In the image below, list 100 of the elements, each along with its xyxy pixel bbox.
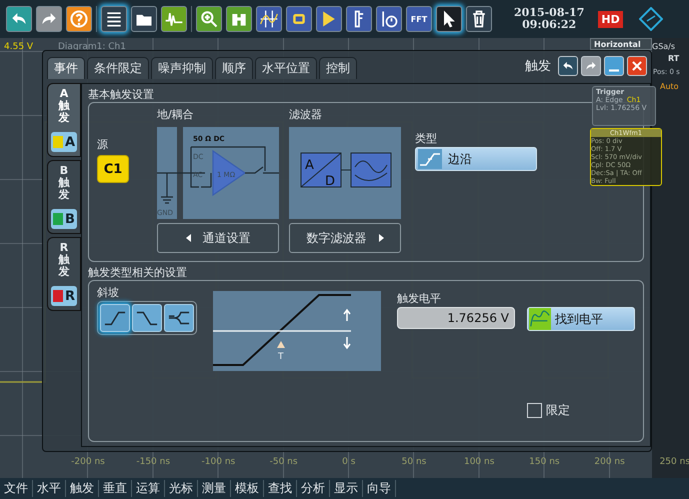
side-tab[interactable]: R触发 R (47, 237, 81, 311)
close-button[interactable] (627, 56, 647, 76)
help-button[interactable] (66, 6, 92, 32)
badge-letter: A (64, 134, 76, 150)
edge-icon (418, 149, 442, 169)
chip-button[interactable] (286, 6, 312, 32)
badge-letter: R (64, 288, 75, 304)
level-wave-icon (529, 308, 551, 330)
menu-item[interactable]: 分析 (297, 480, 330, 497)
digital-filter-button[interactable]: 数字滤波器 (289, 223, 401, 253)
menu-item[interactable]: 触发 (66, 480, 99, 497)
diamond-logo-icon (638, 7, 663, 31)
minimize-button[interactable] (604, 56, 624, 76)
field-label: 类型 (415, 131, 438, 147)
slope-option[interactable] (132, 304, 162, 332)
trigger-type-dropdown[interactable]: 边沿 (415, 147, 537, 171)
slope-option[interactable] (164, 304, 194, 332)
menu-item[interactable]: 模板 (231, 480, 264, 497)
axis-label: 50 ns (400, 457, 428, 467)
binoculars-button[interactable] (226, 6, 252, 32)
menu-item[interactable]: 水平 (33, 480, 66, 497)
side-tab[interactable]: B触发 B (47, 160, 81, 234)
axis-label: 4.55 V (4, 42, 34, 52)
block-label: 滤波器 (289, 107, 323, 123)
cursor-button[interactable] (256, 6, 282, 32)
delete-button[interactable] (466, 6, 492, 32)
redo-button[interactable] (36, 6, 62, 32)
section-title: 触发类型相关的设置 (88, 266, 187, 280)
menu-item[interactable]: 向导 (363, 480, 396, 497)
diagram-title: Diagram1: Ch1 (58, 42, 126, 52)
tab[interactable]: 控制 (319, 57, 357, 79)
crosshair-wave-icon (259, 9, 279, 29)
side-tab[interactable]: A触发 A (47, 83, 81, 157)
tab-label: R触发 (58, 242, 70, 278)
zoom-button[interactable] (196, 6, 222, 32)
axis-label: -200 ns (70, 457, 106, 467)
autoset-button[interactable] (161, 6, 187, 32)
filter-wave-icon (350, 152, 392, 188)
open-button[interactable] (131, 6, 157, 32)
tab[interactable]: 水平位置 (255, 57, 317, 79)
timer-button[interactable] (376, 6, 402, 32)
menu-item[interactable]: 测量 (198, 480, 231, 497)
tab[interactable]: 事件 (47, 57, 85, 79)
panel-title: Horizontal (594, 40, 642, 49)
info-text: RT (668, 54, 680, 63)
axis-label: 150 ns (528, 457, 561, 467)
adc-label: D (325, 174, 336, 189)
tab-label: A触发 (58, 88, 70, 124)
list-button[interactable] (101, 6, 127, 32)
hd-badge: HD (598, 10, 623, 28)
axis-label: 200 ns (593, 457, 626, 467)
axis-label: 100 ns (462, 457, 496, 467)
channel-settings-button[interactable]: 通道设置 (157, 223, 279, 253)
zoom-icon (199, 9, 219, 29)
adc-label: A (305, 158, 314, 173)
menu-item[interactable]: 文件 (0, 480, 33, 497)
qualify-checkbox[interactable] (527, 403, 542, 418)
minimize-icon (609, 69, 619, 72)
badge-letter: B (65, 212, 75, 226)
menu-item[interactable]: 查找 (264, 480, 297, 497)
tab[interactable]: 噪声抑制 (151, 57, 213, 79)
axis-label: -150 ns (135, 457, 172, 467)
fft-button[interactable]: FFT (406, 6, 432, 32)
trigger-level-field[interactable]: 1.76256 V (397, 307, 515, 329)
menu-item[interactable]: 垂直 (99, 480, 132, 497)
menu-item[interactable]: 运算 (132, 480, 165, 497)
menu-item[interactable]: 光标 (165, 480, 198, 497)
field-label: 触发电平 (397, 291, 442, 307)
slope-diagram-drawing: T (213, 291, 381, 371)
menu-item[interactable]: 显示 (330, 480, 363, 497)
section-title: 基本触发设置 (88, 88, 154, 102)
axis-label: -50 ns (268, 457, 299, 467)
source-button[interactable]: C1 (97, 155, 129, 183)
time-text: 09:06:22 (522, 19, 576, 31)
date-text: 2015-08-17 (514, 7, 584, 19)
undo-button[interactable] (6, 6, 32, 32)
question-icon (69, 9, 89, 29)
tab-label: B触发 (58, 165, 70, 202)
left-arrow-icon (186, 234, 190, 242)
block-label: 地/耦合 (157, 107, 195, 123)
axis-label: -100 ns (200, 457, 236, 467)
adc-drawing (300, 152, 342, 188)
axis-label: 0 s (341, 457, 356, 467)
mask-button[interactable] (316, 6, 342, 32)
tab[interactable]: 顺序 (215, 57, 253, 79)
fft-label: FFT (410, 14, 428, 24)
field-label: 源 (97, 137, 109, 153)
measure-button[interactable] (346, 6, 372, 32)
field-label: 斜坡 (97, 285, 120, 301)
checkbox-label: 限定 (546, 402, 570, 419)
close-icon (630, 59, 644, 73)
tab[interactable]: 条件限定 (87, 57, 149, 79)
slope-option[interactable] (100, 304, 130, 332)
pointer-button[interactable] (436, 6, 462, 32)
info-text: GSa/s (652, 42, 676, 51)
dialog-title: 触发 (525, 58, 551, 75)
trigger-mode-text: Auto (660, 82, 679, 91)
undo-button[interactable] (558, 56, 578, 76)
right-arrow-icon (378, 234, 384, 242)
find-level-button[interactable]: 找到电平 (527, 307, 635, 331)
